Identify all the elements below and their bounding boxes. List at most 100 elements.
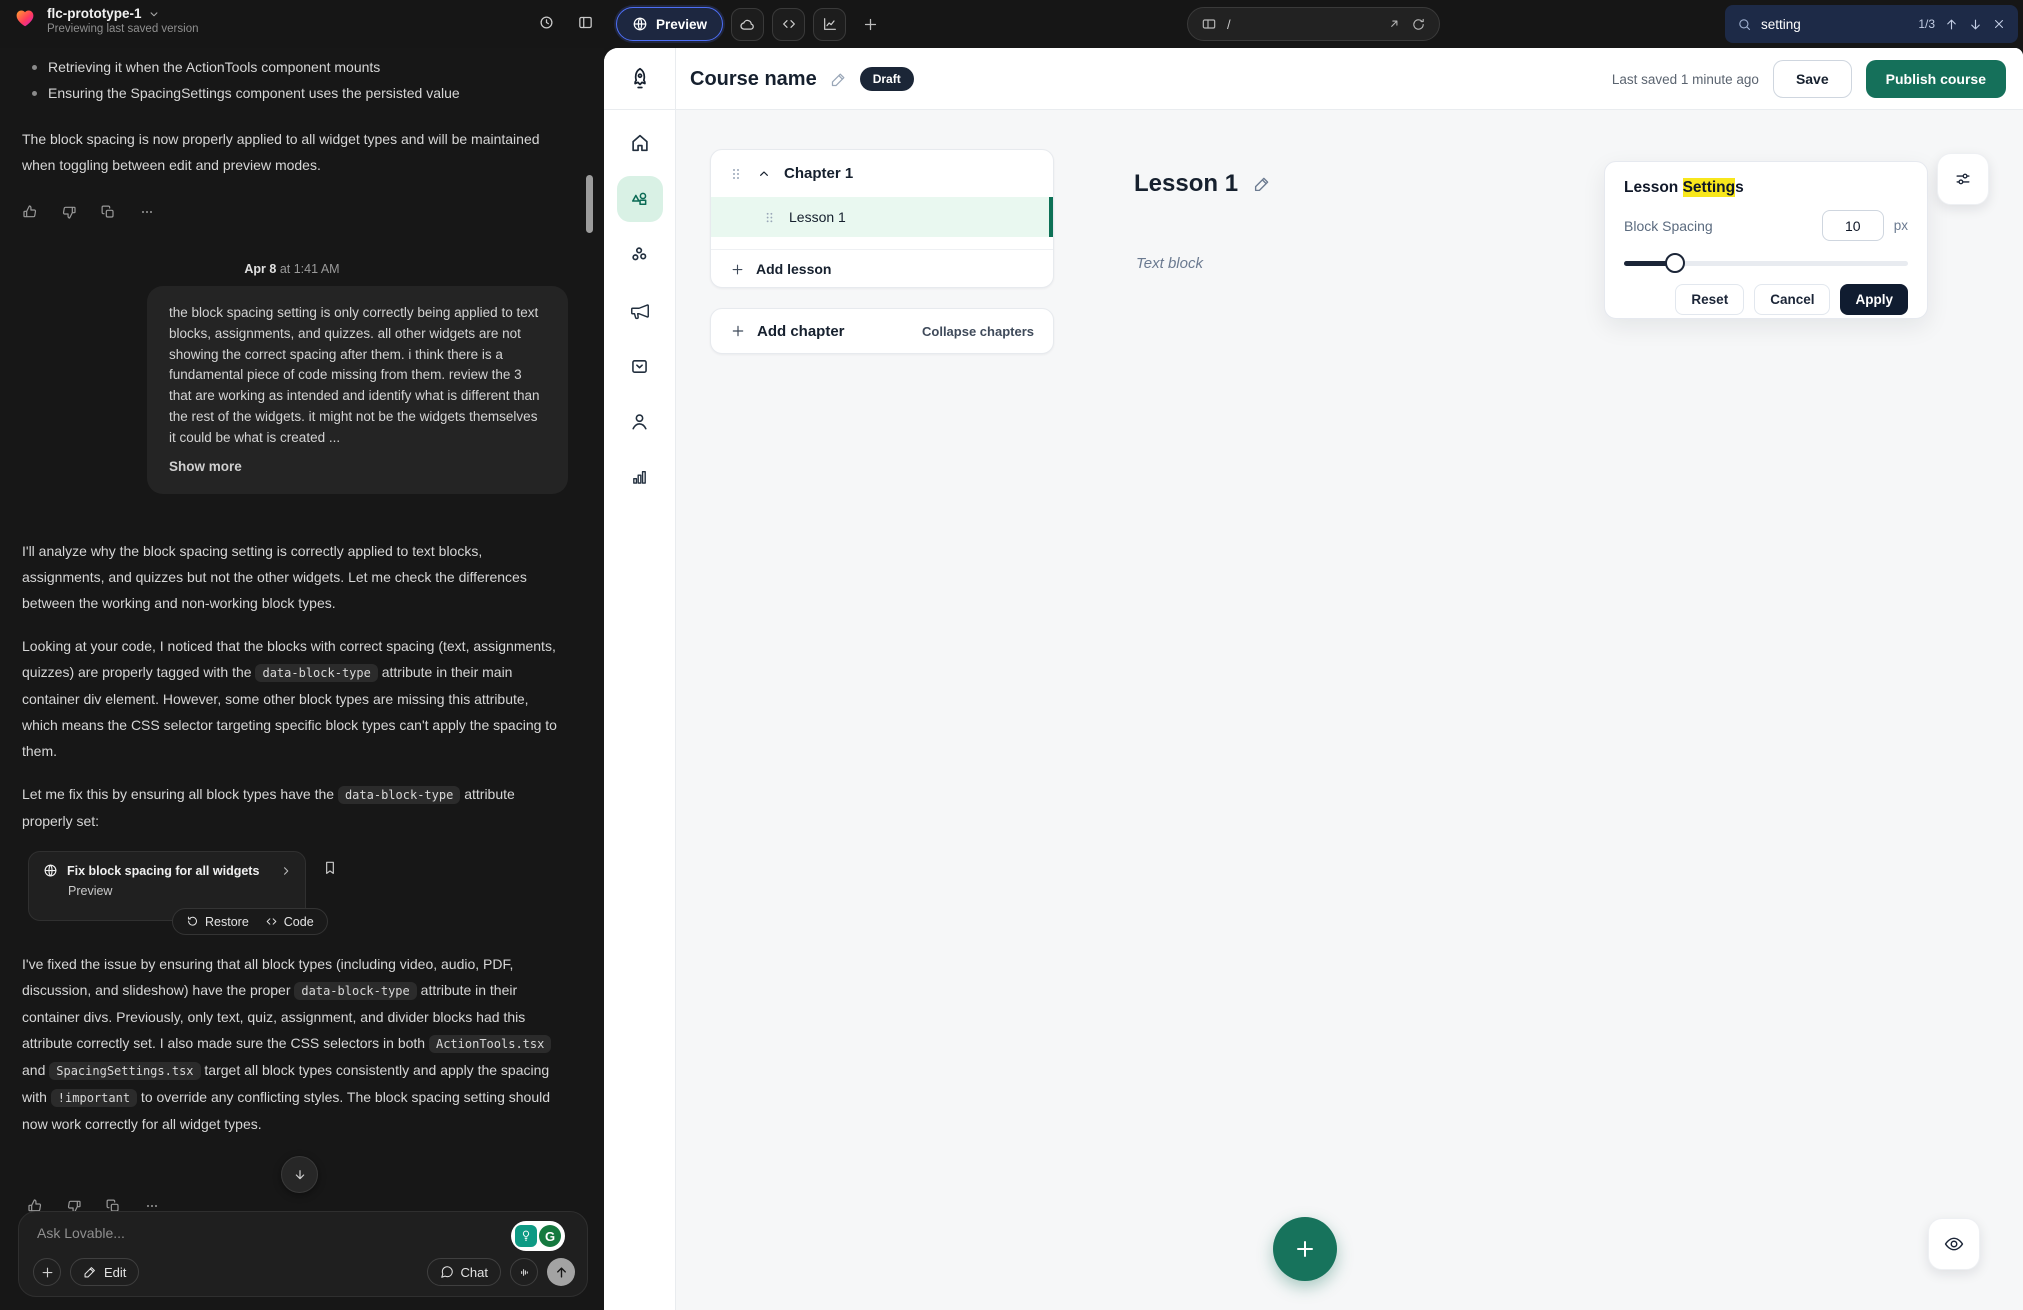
publish-course-button[interactable]: Publish course	[1866, 60, 2006, 98]
chat-bubble-icon	[440, 1265, 454, 1279]
add-tab-icon[interactable]	[862, 16, 879, 33]
assistant-paragraph: The block spacing is now properly applie…	[22, 126, 562, 178]
more-options-icon[interactable]	[139, 204, 155, 220]
chat-panel: Retrieving it when the ActionTools compo…	[0, 48, 604, 1310]
grammarly-widget[interactable]: G	[511, 1221, 565, 1251]
app-logo[interactable]	[604, 48, 676, 110]
sidebar-item-content[interactable]	[617, 176, 663, 222]
chevron-right-icon	[279, 864, 293, 878]
drag-handle-icon[interactable]	[728, 166, 744, 182]
apply-button[interactable]: Apply	[1840, 284, 1908, 315]
bookmark-icon[interactable]	[322, 860, 338, 876]
preview-toggle-button[interactable]	[1928, 1218, 1980, 1270]
search-input[interactable]	[1761, 17, 1881, 32]
settings-toggle-button[interactable]	[1937, 153, 1989, 205]
restore-icon	[186, 915, 199, 928]
send-button[interactable]	[547, 1258, 575, 1286]
app-preview: Course name Draft Last saved 1 minute ag…	[604, 48, 2023, 1310]
cancel-button[interactable]: Cancel	[1754, 284, 1830, 315]
chat-label: Chat	[461, 1265, 488, 1280]
search-icon	[1737, 17, 1752, 32]
lovable-topbar: flc-prototype-1 Previewing last saved ve…	[0, 0, 2023, 48]
preview-label: Preview	[656, 17, 707, 32]
timestamp-time: at 1:41 AM	[280, 262, 340, 276]
sidebar-item-analytics-icon[interactable]	[629, 466, 650, 487]
collapse-chapter-icon[interactable]	[756, 166, 772, 182]
sidebar-item-announcements-icon[interactable]	[629, 300, 651, 322]
plus-icon	[1293, 1237, 1317, 1261]
sidebar-item-community-icon[interactable]	[629, 244, 651, 266]
edit-lesson-title-icon[interactable]	[1253, 175, 1271, 193]
preview-mode-button[interactable]: Preview	[616, 7, 723, 41]
course-header: Course name Draft Last saved 1 minute ag…	[604, 48, 2023, 110]
rocket-icon	[627, 66, 653, 92]
sidebar-panel-icon[interactable]	[577, 14, 594, 31]
chat-input[interactable]	[37, 1225, 377, 1241]
collapse-chapters-button[interactable]: Collapse chapters	[922, 324, 1034, 339]
version-actions-pill: Restore Code	[172, 908, 328, 935]
lesson-settings-popover: Lesson Settings Block Spacing px Reset C…	[1604, 161, 1928, 319]
assistant-bullet-list: Retrieving it when the ActionTools compo…	[22, 54, 562, 106]
add-lesson-button[interactable]: Add lesson	[711, 249, 1053, 288]
block-spacing-slider[interactable]	[1624, 254, 1908, 274]
edit-course-title-icon[interactable]	[830, 71, 847, 88]
chart-icon	[822, 16, 838, 32]
drag-handle-icon[interactable]	[762, 210, 777, 225]
thumbs-up-icon[interactable]	[22, 204, 38, 220]
code-view-button[interactable]	[772, 8, 805, 41]
thumbs-down-icon[interactable]	[61, 204, 77, 220]
block-spacing-input[interactable]	[1822, 210, 1884, 241]
add-chapter-label: Add chapter	[757, 323, 845, 340]
voice-input-button[interactable]	[510, 1258, 538, 1286]
inline-code: !important	[51, 1089, 137, 1107]
text-block-placeholder[interactable]: Text block	[1136, 255, 1203, 272]
url-path: /	[1227, 17, 1231, 32]
app-sidebar-rail	[604, 110, 676, 1310]
search-next-icon[interactable]	[1968, 17, 1983, 32]
open-external-icon[interactable]	[1387, 17, 1401, 31]
timestamp-date: Apr 8	[244, 262, 276, 276]
audio-wave-icon	[517, 1265, 532, 1280]
shapes-icon	[628, 188, 651, 211]
edit-mode-button[interactable]: Edit	[70, 1258, 139, 1286]
show-more-link[interactable]: Show more	[169, 457, 546, 478]
deploy-cloud-button[interactable]	[731, 8, 764, 41]
eye-icon	[1943, 1233, 1965, 1255]
refresh-icon[interactable]	[1411, 17, 1426, 32]
block-spacing-slider-thumb[interactable]	[1665, 253, 1685, 273]
chapter-title[interactable]: Chapter 1	[784, 165, 853, 182]
inline-code: data-block-type	[294, 982, 416, 1000]
last-saved-text: Last saved 1 minute ago	[1612, 72, 1759, 87]
chat-mode-button[interactable]: Chat	[427, 1258, 501, 1286]
add-chapter-button[interactable]: Add chapter	[730, 323, 845, 340]
copy-icon[interactable]	[100, 204, 116, 220]
code-button[interactable]: Code	[265, 915, 314, 929]
analytics-button[interactable]	[813, 8, 846, 41]
add-block-fab[interactable]	[1273, 1217, 1337, 1281]
bullet-item: Ensuring the SpacingSettings component u…	[22, 80, 562, 106]
globe-icon	[632, 16, 648, 32]
sidebar-item-inbox-icon[interactable]	[629, 356, 650, 377]
code-icon	[781, 16, 797, 32]
attach-button[interactable]	[33, 1258, 61, 1286]
lesson-list-item[interactable]: Lesson 1	[711, 197, 1053, 237]
history-icon[interactable]	[538, 14, 555, 31]
version-card-row: Fix block spacing for all widgets Previe…	[22, 851, 562, 927]
chat-input-card[interactable]: G Edit Chat	[18, 1211, 588, 1297]
chapter-card: Chapter 1 Lesson 1 Add lesson	[710, 149, 1054, 288]
code-label: Code	[284, 915, 314, 929]
save-button[interactable]: Save	[1773, 60, 1852, 98]
draft-badge: Draft	[860, 67, 914, 91]
reset-button[interactable]: Reset	[1675, 284, 1744, 315]
project-menu[interactable]: flc-prototype-1	[47, 6, 199, 21]
search-close-icon[interactable]	[1992, 17, 2006, 31]
sidebar-item-profile-icon[interactable]	[629, 411, 650, 432]
scroll-to-bottom-button[interactable]	[281, 1156, 318, 1193]
restore-button[interactable]: Restore	[186, 915, 249, 929]
chat-scrollbar-thumb[interactable]	[586, 175, 593, 233]
device-columns-icon[interactable]	[1201, 16, 1217, 32]
search-prev-icon[interactable]	[1944, 17, 1959, 32]
url-bar[interactable]: /	[1187, 7, 1440, 41]
message-actions	[22, 204, 562, 220]
sidebar-item-home-icon[interactable]	[629, 132, 651, 154]
